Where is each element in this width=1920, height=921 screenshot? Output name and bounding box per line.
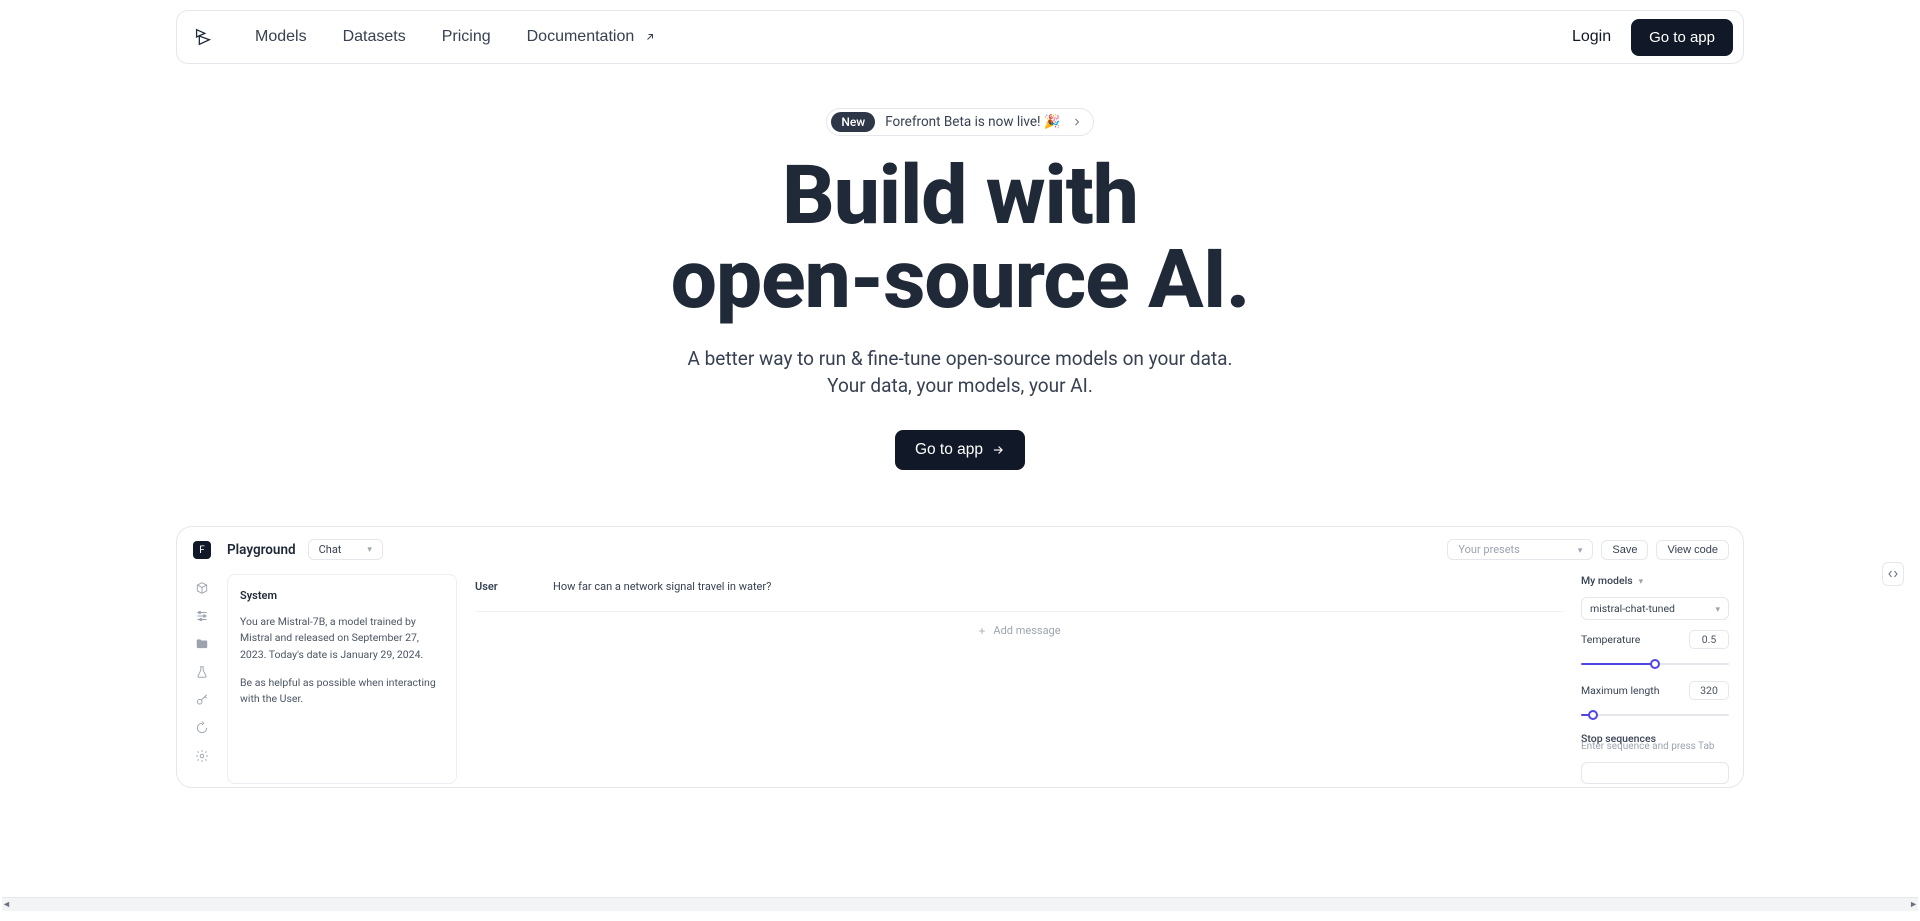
hero-section: New Forefront Beta is now live! 🎉 Build … xyxy=(176,108,1744,470)
max-length-label: Maximum length xyxy=(1581,684,1659,697)
playground-main: Playground Chat Your presets Save View c… xyxy=(219,535,1735,779)
conversation-row[interactable]: User How far can a network signal travel… xyxy=(475,576,1563,612)
my-models-label[interactable]: My models xyxy=(1581,574,1729,587)
key-icon[interactable] xyxy=(195,693,209,707)
hero-sub-line-1: A better way to run & fine-tune open-sou… xyxy=(687,347,1232,370)
chevron-down-icon xyxy=(367,544,372,555)
view-code-button[interactable]: View code xyxy=(1656,540,1729,560)
announcement-pill[interactable]: New Forefront Beta is now live! 🎉 xyxy=(826,108,1093,136)
scroll-right-arrow-icon[interactable]: ► xyxy=(1909,899,1918,910)
folder-icon[interactable] xyxy=(195,637,209,651)
flask-icon[interactable] xyxy=(195,665,209,679)
go-to-app-nav-button[interactable]: Go to app xyxy=(1631,19,1733,56)
nav-link-pricing[interactable]: Pricing xyxy=(438,22,495,52)
stop-sequences-hint: Enter sequence and press Tab xyxy=(1581,741,1729,752)
hero-title: Build with open-source AI. xyxy=(176,154,1744,323)
chevron-down-icon xyxy=(1715,602,1720,615)
hero-title-line-2: open-source AI. xyxy=(671,232,1250,328)
announcement-text: Forefront Beta is now live! 🎉 xyxy=(885,114,1060,130)
nav-left-group: Models Datasets Pricing Documentation xyxy=(191,22,660,52)
my-models-text: My models xyxy=(1581,574,1633,587)
system-body-p2: Be as helpful as possible when interacti… xyxy=(240,675,444,708)
hero-sub-line-2: Your data, your models, your AI. xyxy=(827,374,1093,397)
message-role: User xyxy=(475,580,515,593)
playground-body: System You are Mistral-7B, a model train… xyxy=(227,574,1729,784)
login-button[interactable]: Login xyxy=(1568,20,1615,54)
model-selector[interactable]: mistral-chat-tuned xyxy=(1581,597,1729,620)
system-body-p1: You are Mistral-7B, a model trained by M… xyxy=(240,614,444,663)
temperature-value[interactable]: 0.5 xyxy=(1689,630,1729,649)
horizontal-scrollbar[interactable]: ◄ ► xyxy=(2,897,1918,911)
save-button[interactable]: Save xyxy=(1601,540,1648,560)
max-length-value[interactable]: 320 xyxy=(1689,681,1729,700)
nav-link-datasets[interactable]: Datasets xyxy=(339,22,410,52)
arrow-right-icon xyxy=(991,443,1005,457)
temperature-label: Temperature xyxy=(1581,633,1640,646)
external-link-icon xyxy=(644,31,656,43)
hero-cta-label: Go to app xyxy=(915,441,983,459)
add-message-button[interactable]: Add message xyxy=(475,612,1563,649)
go-to-app-hero-button[interactable]: Go to app xyxy=(895,430,1025,470)
playground-top-right: Your presets Save View code xyxy=(1447,539,1729,560)
scroll-left-arrow-icon[interactable]: ◄ xyxy=(2,899,11,910)
playground-topbar: Playground Chat Your presets Save View c… xyxy=(227,539,1729,560)
chevron-down-icon xyxy=(1639,574,1644,587)
message-text: How far can a network signal travel in w… xyxy=(553,580,771,593)
max-length-row: Maximum length 320 xyxy=(1581,681,1729,700)
nav-link-documentation-label: Documentation xyxy=(527,28,635,46)
sliders-icon[interactable] xyxy=(195,609,209,623)
max-length-slider[interactable] xyxy=(1581,708,1729,722)
model-selected-label: mistral-chat-tuned xyxy=(1590,602,1675,615)
conversation-panel: User How far can a network signal travel… xyxy=(475,574,1563,784)
temperature-row: Temperature 0.5 xyxy=(1581,630,1729,649)
brand-logo-icon xyxy=(191,25,215,49)
system-prompt-panel[interactable]: System You are Mistral-7B, a model train… xyxy=(227,574,457,784)
chevron-down-icon xyxy=(1578,543,1583,556)
playground-title: Playground xyxy=(227,542,296,558)
model-controls-panel: My models mistral-chat-tuned Temperature… xyxy=(1581,574,1729,784)
stop-sequences-input[interactable] xyxy=(1581,762,1729,784)
nav-link-documentation[interactable]: Documentation xyxy=(523,22,661,52)
gear-icon[interactable] xyxy=(195,749,209,763)
refresh-icon[interactable] xyxy=(195,721,209,735)
add-message-label: Add message xyxy=(993,624,1060,637)
hero-title-line-1: Build with xyxy=(782,148,1138,244)
collapse-panel-toggle[interactable] xyxy=(1882,562,1904,586)
nav-right-group: Login Go to app xyxy=(1568,19,1733,56)
presets-selector[interactable]: Your presets xyxy=(1447,539,1593,560)
playground-sidebar: F xyxy=(185,535,219,779)
announcement-new-badge: New xyxy=(831,112,875,132)
hero-subtitle: A better way to run & fine-tune open-sou… xyxy=(176,345,1744,400)
presets-placeholder: Your presets xyxy=(1458,543,1519,556)
nav-link-models[interactable]: Models xyxy=(251,22,311,52)
playground-logo-icon: F xyxy=(193,541,211,559)
mode-selector[interactable]: Chat xyxy=(308,539,383,560)
temperature-slider[interactable] xyxy=(1581,657,1729,671)
chevron-right-icon xyxy=(1071,116,1083,128)
plus-icon xyxy=(977,626,987,636)
top-navbar: Models Datasets Pricing Documentation Lo… xyxy=(176,10,1744,64)
system-heading: System xyxy=(240,587,444,604)
mode-selector-label: Chat xyxy=(319,543,342,556)
playground-screenshot-panel: F Playgr xyxy=(176,526,1744,788)
cube-icon[interactable] xyxy=(195,581,209,595)
